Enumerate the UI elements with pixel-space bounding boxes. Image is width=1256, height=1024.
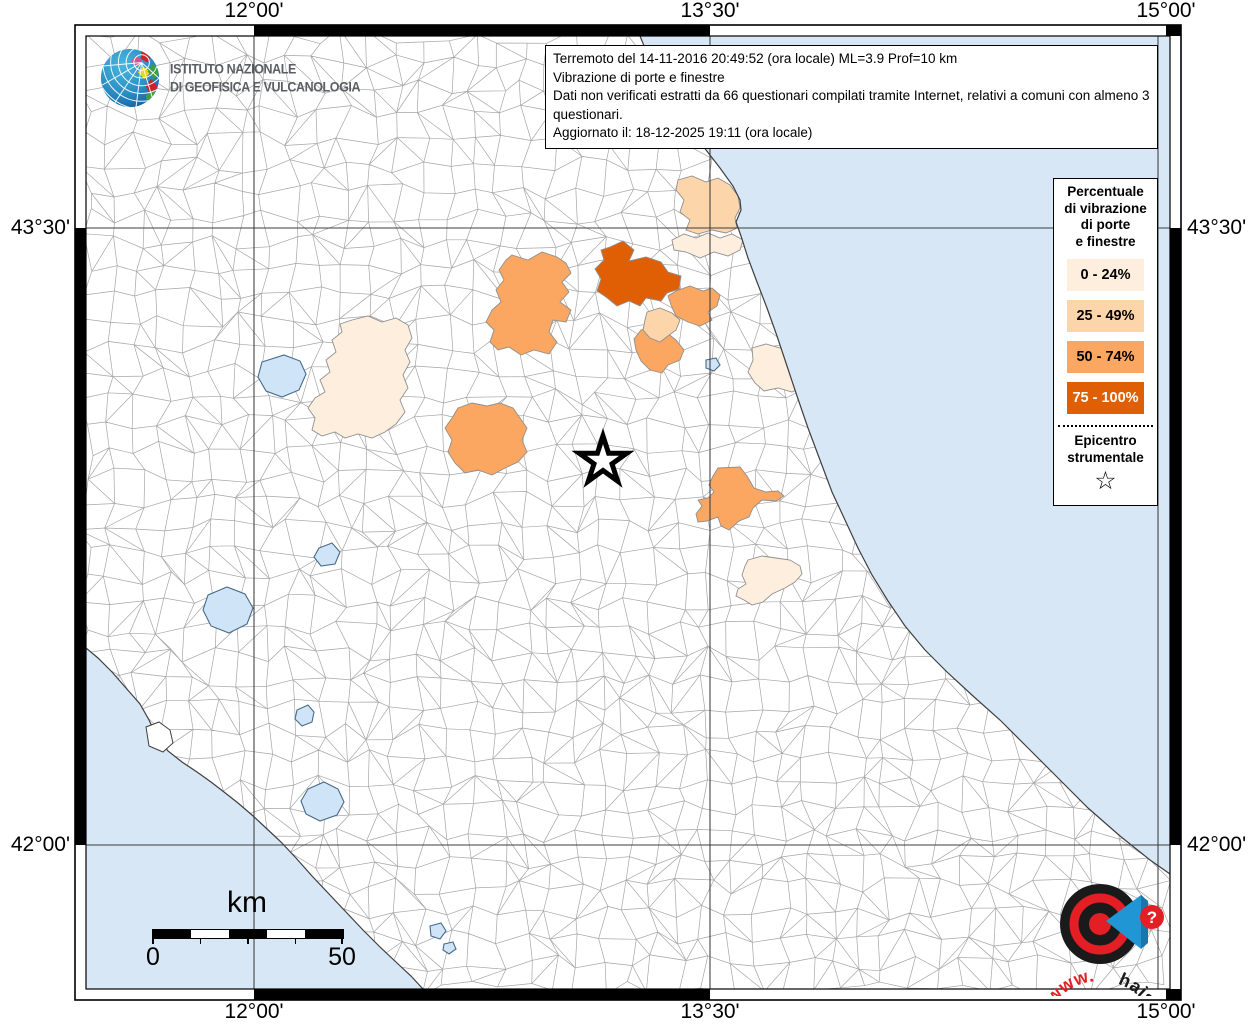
- info-line-source: Dati non verificati estratti da 66 quest…: [553, 88, 1150, 122]
- info-box: Terremoto del 14-11-2016 20:49:52 (ora l…: [545, 45, 1158, 149]
- parallel-label-left: 43°30': [10, 216, 70, 239]
- meridian-label-bottom: 15°00': [1136, 1000, 1196, 1023]
- legend-swatch-75-100: 75 - 100%: [1067, 382, 1144, 414]
- legend-epicenter-label: Epicentro strumentale: [1067, 433, 1144, 465]
- star-outline-icon: ☆: [1094, 467, 1117, 495]
- meridian-label-bottom: 12°00': [224, 1000, 284, 1023]
- info-line-effect: Vibrazione di porte e finestre: [553, 69, 725, 85]
- legend-swatch-25-49: 25 - 49%: [1067, 300, 1144, 332]
- scale-start-label: 0: [146, 943, 160, 971]
- legend: Percentuale di vibrazione di porte e fin…: [1053, 178, 1158, 506]
- legend-swatch-50-74: 50 - 74%: [1067, 341, 1144, 373]
- legend-title: Percentuale di vibrazione di porte e fin…: [1064, 184, 1147, 249]
- svg-text:www.: www.: [1041, 965, 1095, 996]
- info-line-event: Terremoto del 14-11-2016 20:49:52 (ora l…: [553, 51, 958, 66]
- ingv-globe-icon: [100, 48, 160, 108]
- meridian-label-top: 15°00': [1136, 0, 1196, 22]
- site-logo: ? haisentitoilterremoto.it www.: [1041, 884, 1173, 996]
- ingv-wordmark: ISTITUTO NAZIONALE DI GEOFISICA E VULCAN…: [170, 60, 361, 94]
- meridian-label-top: 12°00': [224, 0, 284, 22]
- scale-bar: km 0 50: [145, 886, 356, 976]
- meridian-label-bottom: 13°30': [680, 1000, 740, 1023]
- page: { "info_box": { "lines": [ "Terremoto de…: [0, 0, 1256, 1024]
- legend-swatch-0-24: 0 - 24%: [1067, 259, 1144, 291]
- svg-text:?: ?: [1147, 908, 1157, 927]
- parallel-label-right: 43°30': [1187, 216, 1247, 239]
- site-logo-www: www.: [1041, 965, 1095, 996]
- parallel-label-right: 42°00': [1187, 833, 1247, 856]
- meridian-label-top: 13°30': [680, 0, 740, 22]
- parallel-label-left: 42°00': [10, 833, 70, 856]
- map-layers: [86, 36, 1170, 989]
- info-line-updated: Aggiornato il: 18-12-2025 19:11 (ora loc…: [553, 125, 813, 140]
- ingv-logo: ISTITUTO NAZIONALE DI GEOFISICA E VULCAN…: [99, 47, 361, 109]
- scale-unit-label: km: [227, 886, 267, 919]
- scale-end-label: 50: [328, 943, 356, 971]
